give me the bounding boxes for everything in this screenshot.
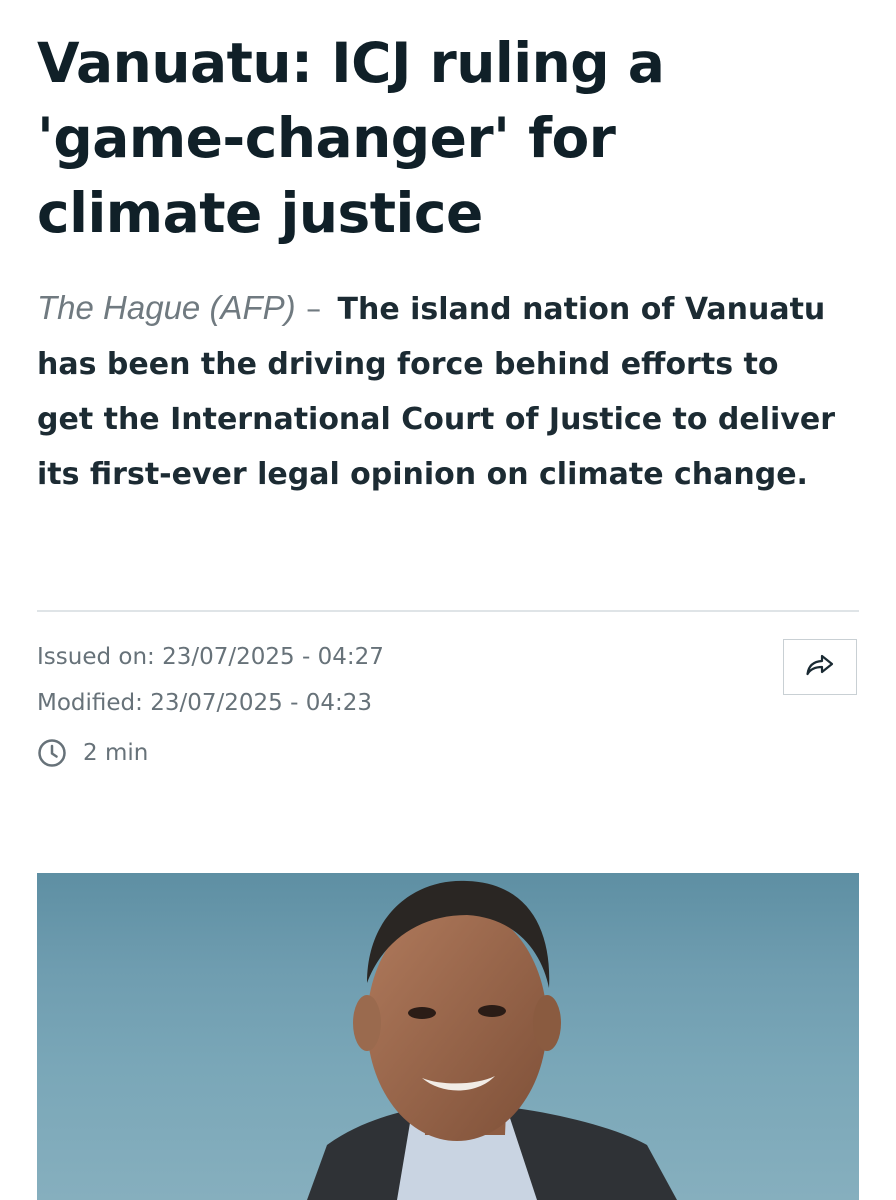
share-arrow-icon — [805, 654, 835, 681]
clock-icon — [37, 738, 67, 768]
article-lead: The Hague (AFP) – The island nation of V… — [37, 280, 837, 502]
article-title: Vanuatu: ICJ ruling a 'game-changer' for… — [37, 31, 665, 245]
read-time-label: 2 min — [83, 740, 149, 766]
portrait-illustration — [307, 880, 677, 1200]
issued-date: Issued on: 23/07/2025 - 04:27 — [37, 644, 384, 670]
dateline: The Hague (AFP) — [37, 289, 296, 326]
article-photo — [37, 873, 859, 1200]
modified-date: Modified: 23/07/2025 - 04:23 — [37, 690, 372, 716]
read-time: 2 min — [37, 738, 148, 768]
share-button[interactable] — [783, 639, 857, 695]
dateline-separator: – — [306, 292, 322, 327]
divider — [37, 610, 859, 612]
